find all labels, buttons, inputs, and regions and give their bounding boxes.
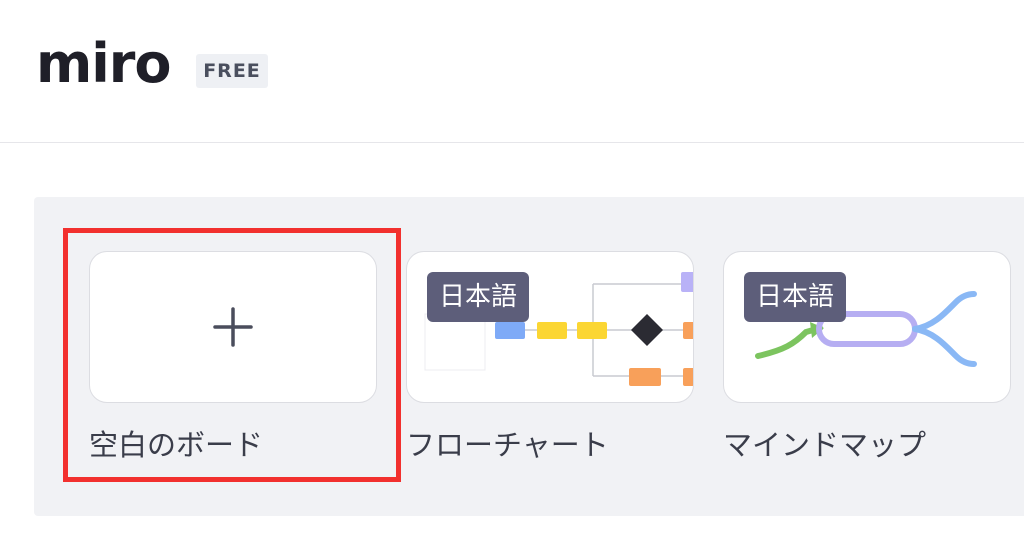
language-badge: 日本語 [744, 272, 847, 322]
top-header: miro FREE [0, 0, 1024, 143]
blank-board-label[interactable]: 空白のボード [89, 423, 263, 467]
mindmap-label[interactable]: マインドマップ [723, 423, 926, 467]
miro-logo[interactable]: miro [36, 34, 172, 94]
mindmap-template-card[interactable]: 日本語 [723, 251, 1011, 403]
blank-board-card[interactable] [89, 251, 377, 403]
plan-badge: FREE [196, 54, 268, 88]
plus-icon [90, 252, 376, 402]
flowchart-label[interactable]: フローチャート [406, 423, 609, 467]
flowchart-template-card[interactable]: 日本語 [406, 251, 694, 403]
language-badge: 日本語 [427, 272, 530, 322]
